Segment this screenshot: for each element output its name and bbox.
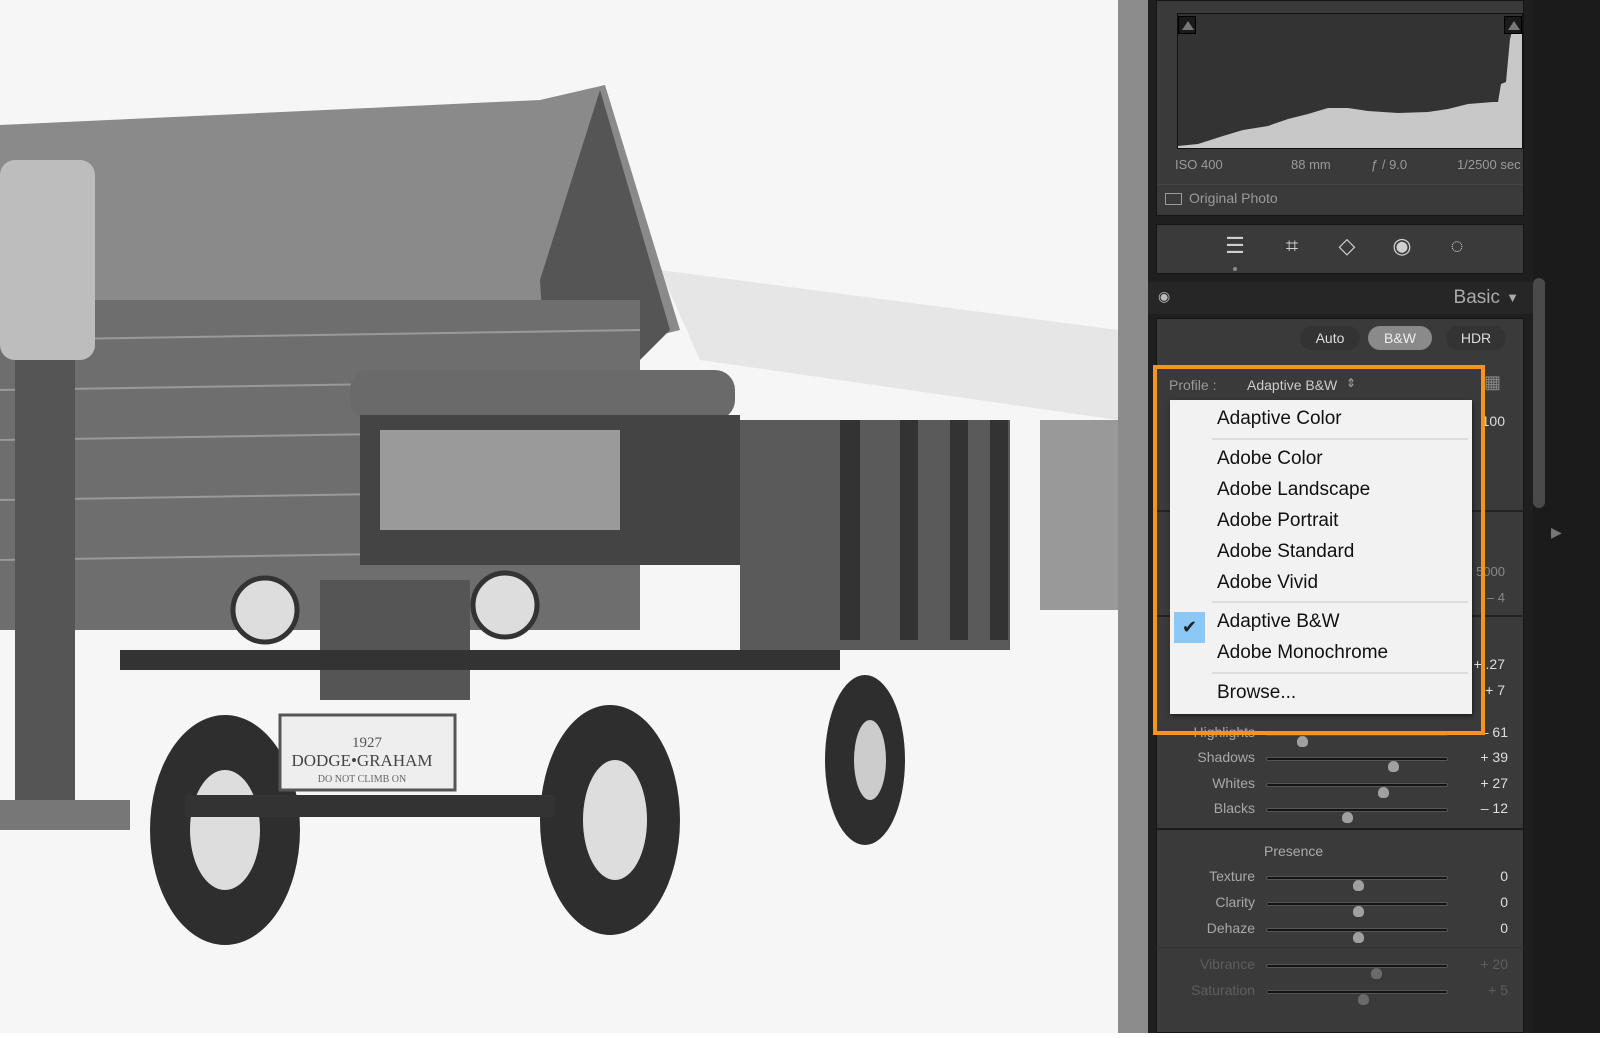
- slider-value[interactable]: – 12: [1481, 800, 1508, 816]
- profile-menu-item[interactable]: Adobe Vivid: [1217, 572, 1318, 594]
- exif-aperture: ƒ / 9.0: [1371, 157, 1408, 172]
- slider-value[interactable]: + 20: [1480, 956, 1508, 972]
- slider-value[interactable]: + 5: [1488, 982, 1508, 998]
- menu-separator: [1212, 601, 1468, 603]
- profile-menu-item[interactable]: Adaptive Color: [1217, 408, 1342, 430]
- healing-eraser-icon[interactable]: ◇: [1334, 233, 1360, 259]
- histogram-graph: [1178, 19, 1522, 148]
- slider-texture: Texture 0: [1148, 868, 1533, 891]
- original-photo-checkbox[interactable]: [1165, 193, 1182, 205]
- bw-button[interactable]: B&W: [1368, 326, 1432, 350]
- slider-thumb[interactable]: [1353, 880, 1364, 891]
- menu-separator: [1212, 438, 1468, 440]
- profile-dropdown-menu: Adaptive Color Adobe Color Adobe Landscape…: [1170, 400, 1472, 714]
- slider-label: Blacks: [1213, 800, 1255, 816]
- hdr-button[interactable]: HDR: [1446, 326, 1506, 350]
- panel-scrollbar[interactable]: [1533, 278, 1545, 508]
- hidden-contrast-value: + 7: [1485, 682, 1505, 698]
- slider-track[interactable]: [1266, 928, 1448, 943]
- profile-menu-item[interactable]: Adobe Portrait: [1217, 510, 1338, 532]
- slider-value[interactable]: 0: [1500, 920, 1508, 936]
- slider-thumb[interactable]: [1357, 994, 1369, 1005]
- right-edge: ▶: [1533, 0, 1600, 1033]
- visibility-eye-icon[interactable]: ◉: [1158, 288, 1170, 305]
- slider-label: Vibrance: [1199, 956, 1255, 972]
- slider-label: Texture: [1209, 868, 1255, 884]
- edit-sliders-icon[interactable]: ☰: [1222, 233, 1248, 259]
- slider-track[interactable]: [1266, 808, 1448, 823]
- profile-menu-item[interactable]: Adaptive B&W: [1217, 611, 1340, 633]
- slider-clarity: Clarity 0: [1148, 894, 1533, 917]
- slider-value[interactable]: 0: [1500, 868, 1508, 884]
- slider-label: Shadows: [1197, 749, 1255, 765]
- sign-name: DODGE•GRAHAM: [291, 751, 432, 770]
- profile-menu-item[interactable]: Adobe Landscape: [1217, 479, 1370, 501]
- sign-year: 1927: [352, 735, 383, 751]
- crop-icon[interactable]: ⌗: [1279, 233, 1305, 259]
- masking-icon[interactable]: ◌: [1444, 233, 1470, 259]
- slider-thumb[interactable]: [1297, 736, 1309, 747]
- slider-label: Clarity: [1215, 894, 1255, 910]
- expand-panel-arrow-icon[interactable]: ▶: [1551, 524, 1562, 541]
- slider-saturation: Saturation + 5: [1148, 982, 1533, 1005]
- menu-separator: [1212, 672, 1468, 674]
- slider-thumb[interactable]: [1353, 906, 1364, 917]
- active-tool-indicator: [1233, 267, 1237, 271]
- slider-track[interactable]: [1266, 757, 1448, 772]
- slider-value[interactable]: 0: [1500, 894, 1508, 910]
- presence-title: Presence: [1264, 843, 1324, 859]
- slider-track[interactable]: [1266, 964, 1448, 979]
- histogram: [1177, 13, 1523, 149]
- slider-thumb[interactable]: [1342, 812, 1354, 823]
- sign-warning: DO NOT CLIMB ON: [318, 774, 406, 785]
- slider-label: Saturation: [1191, 982, 1255, 998]
- slider-value[interactable]: + 27: [1480, 775, 1508, 791]
- hidden-amount-value: 100: [1481, 413, 1505, 429]
- hidden-tint-value: – 4: [1486, 590, 1505, 605]
- slider-whites: Whites + 27: [1148, 775, 1533, 798]
- slider-track[interactable]: [1266, 902, 1448, 917]
- slider-thumb[interactable]: [1388, 761, 1400, 772]
- slider-dehaze: Dehaze 0: [1148, 920, 1533, 943]
- basic-title: Basic: [1453, 287, 1500, 308]
- auto-button[interactable]: Auto: [1300, 326, 1360, 350]
- exif-focal: 88 mm: [1291, 157, 1331, 172]
- photo-canvas[interactable]: 1927 DODGE•GRAHAM DO NOT CLIMB ON: [0, 0, 1118, 1033]
- checkmark-icon: ✔: [1174, 612, 1205, 643]
- exif-shutter: 1/2500 sec: [1457, 157, 1521, 172]
- slider-value[interactable]: + 39: [1480, 749, 1508, 765]
- slider-label: Whites: [1212, 775, 1255, 791]
- profile-menu-item[interactable]: Browse...: [1217, 682, 1296, 704]
- original-photo-label: Original Photo: [1189, 190, 1278, 206]
- red-eye-icon[interactable]: ◉: [1389, 233, 1415, 259]
- profile-menu-item[interactable]: Adobe Color: [1217, 448, 1323, 470]
- slider-track[interactable]: [1266, 990, 1448, 1005]
- histogram-section: ISO 400 88 mm ƒ / 9.0 1/2500 sec Origina…: [1156, 0, 1524, 216]
- collapse-triangle-icon[interactable]: ▼: [1506, 290, 1519, 305]
- slider-shadows: Shadows + 39: [1148, 749, 1533, 772]
- exif-iso: ISO 400: [1175, 157, 1223, 172]
- slider-track[interactable]: [1266, 783, 1448, 798]
- profile-menu-item[interactable]: Adobe Standard: [1217, 541, 1354, 563]
- profile-browser-grid-icon[interactable]: ▦: [1484, 372, 1501, 393]
- tool-strip: ☰ ⌗ ◇ ◉ ◌: [1156, 224, 1524, 274]
- slider-label: Dehaze: [1206, 920, 1255, 936]
- slider-thumb[interactable]: [1353, 932, 1364, 943]
- shadow-clipping-toggle[interactable]: [1178, 16, 1196, 34]
- slider-blacks: Blacks – 12: [1148, 800, 1533, 823]
- photo-image: 1927 DODGE•GRAHAM DO NOT CLIMB ON: [0, 0, 1118, 1033]
- highlight-clipping-toggle[interactable]: [1504, 16, 1522, 34]
- profile-menu-item[interactable]: Adobe Monochrome: [1217, 642, 1388, 664]
- basic-header[interactable]: ◉ Basic ▼: [1148, 282, 1533, 314]
- slider-thumb[interactable]: [1377, 787, 1389, 798]
- slider-vibrance: Vibrance + 20: [1148, 956, 1533, 979]
- slider-track[interactable]: [1266, 876, 1448, 891]
- slider-thumb[interactable]: [1371, 968, 1383, 979]
- panel-divider: [1118, 0, 1148, 1033]
